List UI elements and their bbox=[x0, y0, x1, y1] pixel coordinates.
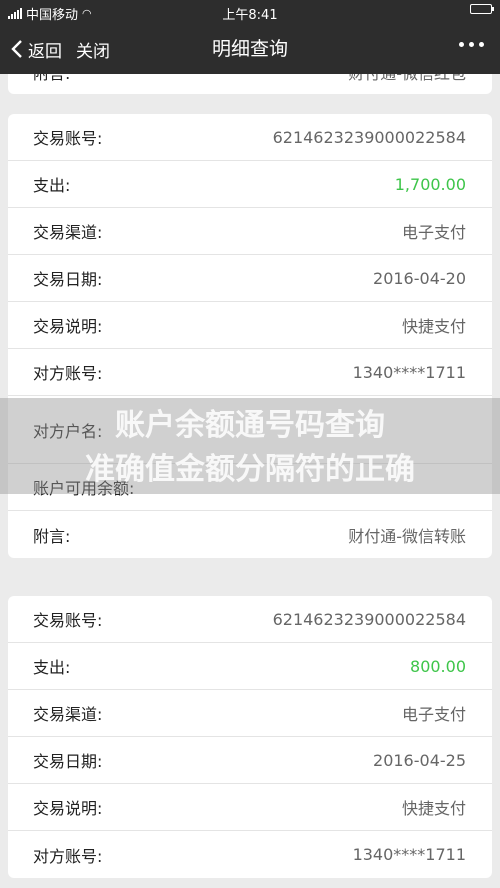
nav-bar: 返回 关闭 明细查询 bbox=[0, 24, 500, 74]
row-value: 1340****1711 bbox=[352, 845, 466, 864]
watermark-line: 准确值金额分隔符的正确 bbox=[85, 452, 415, 487]
account-row: 交易账号: 6214623239000022584 bbox=[8, 596, 492, 643]
description-row: 交易说明: 快捷支付 bbox=[8, 784, 492, 831]
row-value: 快捷支付 bbox=[401, 799, 466, 818]
row-value: 财付通-微信红包 bbox=[348, 74, 466, 84]
row-value: 快捷支付 bbox=[401, 317, 466, 336]
row-value: 电子支付 bbox=[401, 223, 466, 242]
row-label: 支出: bbox=[33, 176, 71, 195]
row-label: 交易日期: bbox=[33, 752, 103, 771]
watermark-overlay: 账户余额通号码查询 准确值金额分隔符的正确 bbox=[0, 398, 500, 494]
row-value: 6214623239000022584 bbox=[272, 609, 466, 629]
date-row: 交易日期: 2016-04-20 bbox=[8, 255, 492, 302]
more-menu-button[interactable] bbox=[459, 42, 484, 47]
row-label: 附言: bbox=[33, 526, 71, 546]
row-value: 财付通-微信转账 bbox=[348, 526, 466, 546]
row-value: 2016-04-25 bbox=[373, 750, 466, 770]
description-row: 交易说明: 快捷支付 bbox=[8, 302, 492, 349]
row-value: 1340****1711 bbox=[352, 362, 466, 382]
row-label: 交易渠道: bbox=[33, 705, 103, 724]
dot-icon bbox=[469, 42, 474, 47]
expense-amount: 800.00 bbox=[410, 656, 466, 676]
row-label: 支出: bbox=[33, 658, 71, 677]
dot-icon bbox=[479, 42, 484, 47]
transaction-card: 交易账号: 6214623239000022584 支出: 800.00 交易渠… bbox=[8, 596, 492, 878]
row-label: 交易说明: bbox=[33, 317, 103, 336]
row-label: 交易日期: bbox=[33, 270, 103, 289]
chevron-left-icon bbox=[11, 40, 22, 58]
row-value: 6214623239000022584 bbox=[272, 127, 466, 147]
expense-row: 支出: 800.00 bbox=[8, 643, 492, 690]
account-row: 交易账号: 6214623239000022584 bbox=[8, 114, 492, 161]
row-label: 对方账号: bbox=[33, 846, 103, 866]
expense-amount: 1,700.00 bbox=[394, 174, 466, 194]
remark-row: 附言: 财付通-微信红包 bbox=[8, 74, 492, 94]
channel-row: 交易渠道: 电子支付 bbox=[8, 690, 492, 737]
remark-row: 附言: 财付通-微信转账 bbox=[8, 511, 492, 558]
row-label: 对方账号: bbox=[33, 364, 103, 383]
row-label: 交易账号: bbox=[33, 611, 103, 630]
transaction-card-partial: 附言: 财付通-微信红包 bbox=[8, 74, 492, 94]
status-bar: 中国移动 ◠ 上午8:41 bbox=[0, 0, 500, 24]
dot-icon bbox=[459, 42, 464, 47]
row-value: 2016-04-20 bbox=[373, 268, 466, 288]
counterparty-account-row: 对方账号: 1340****1711 bbox=[8, 831, 492, 878]
back-label: 返回 bbox=[28, 41, 62, 62]
status-right bbox=[470, 4, 494, 14]
close-button[interactable]: 关闭 bbox=[76, 37, 110, 62]
row-label: 附言: bbox=[33, 74, 70, 84]
counterparty-account-row: 对方账号: 1340****1711 bbox=[8, 349, 492, 396]
row-label: 交易账号: bbox=[33, 129, 103, 148]
clock: 上午8:41 bbox=[222, 8, 278, 23]
nav-left: 返回 关闭 bbox=[10, 24, 110, 74]
battery-icon bbox=[470, 4, 494, 14]
row-label: 交易说明: bbox=[33, 799, 103, 818]
watermark-line: 账户余额通号码查询 bbox=[115, 408, 385, 443]
channel-row: 交易渠道: 电子支付 bbox=[8, 208, 492, 255]
row-label: 交易渠道: bbox=[33, 223, 103, 242]
date-row: 交易日期: 2016-04-25 bbox=[8, 737, 492, 784]
back-button[interactable]: 返回 bbox=[10, 37, 62, 62]
row-value: 电子支付 bbox=[401, 705, 466, 724]
expense-row: 支出: 1,700.00 bbox=[8, 161, 492, 208]
